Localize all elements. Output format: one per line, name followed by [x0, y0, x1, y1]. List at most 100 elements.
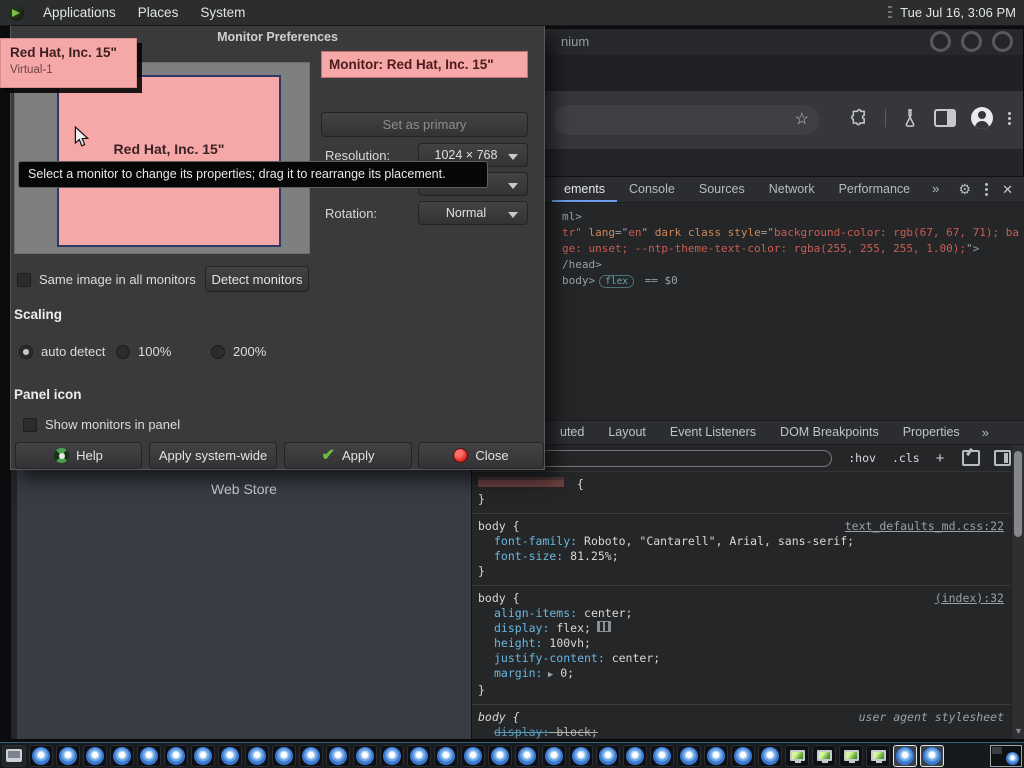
paint-format-icon[interactable] [962, 450, 980, 466]
rotation-dropdown[interactable]: Normal [418, 201, 528, 225]
devtools-tab-ements[interactable]: ements [552, 177, 617, 202]
notification-indicator-icon[interactable] [888, 5, 893, 20]
code-line[interactable]: ml> [562, 209, 1024, 225]
flex-badge[interactable]: flex [599, 275, 635, 288]
bookmark-star-icon[interactable]: ☆ [795, 109, 809, 129]
taskbar-window-chromium[interactable] [83, 744, 107, 767]
radio-200[interactable]: 200% [211, 344, 266, 359]
elements-tree[interactable]: ml> tr" lang="en" dark class style="backg… [472, 203, 1024, 420]
taskbar-window-chromium[interactable] [218, 744, 242, 767]
monitor-layout-canvas[interactable]: Red Hat, Inc. 15" [14, 62, 310, 254]
devtools-subtab-layout[interactable]: Layout [596, 421, 658, 444]
devtools-subtab-properties[interactable]: Properties [891, 421, 972, 444]
side-panel-icon[interactable] [934, 109, 956, 127]
scroll-down-arrow-icon[interactable]: ▼ [1014, 726, 1023, 736]
profile-avatar-icon[interactable] [971, 107, 993, 129]
workspace-switcher[interactable] [990, 744, 1022, 767]
taskbar-window-chromium[interactable] [542, 744, 566, 767]
taskbar-window-chromium[interactable] [758, 744, 782, 767]
taskbar-window-chromium[interactable] [596, 744, 620, 767]
devtools-menu-kebab-icon[interactable] [985, 183, 989, 196]
css-declaration[interactable]: justify-content: center; [478, 651, 1006, 666]
taskbar-window-monitor-preferences[interactable] [866, 744, 890, 767]
css-rule-header[interactable]: body {text_defaults_md.css:22 [478, 519, 1006, 534]
code-line[interactable]: tr" lang="en" dark class style="backgrou… [562, 225, 1024, 241]
devtools-subtab-event-listeners[interactable]: Event Listeners [658, 421, 768, 444]
taskbar-window-chromium[interactable] [326, 744, 350, 767]
show-monitors-checkbox-row[interactable]: Show monitors in panel [23, 417, 180, 432]
css-declaration[interactable]: font-family: Roboto, "Cantarell", Arial,… [478, 534, 1006, 549]
devtools-tab-network[interactable]: Network [757, 177, 827, 202]
taskbar-window-chromium-active[interactable] [920, 744, 944, 767]
devtools-subtab-uted[interactable]: uted [548, 421, 596, 444]
taskbar-window-chromium[interactable] [110, 744, 134, 767]
apply-button[interactable]: ✔ Apply [284, 442, 412, 469]
taskbar-window-chromium[interactable] [488, 744, 512, 767]
show-desktop-button[interactable] [2, 744, 26, 767]
minimize-button[interactable] [930, 31, 951, 52]
radio-100-circle[interactable] [116, 344, 130, 359]
taskbar-window-chromium[interactable] [515, 744, 539, 767]
new-style-rule-button[interactable]: + [936, 450, 945, 467]
radio-auto-detect-circle[interactable] [19, 344, 33, 359]
css-rule-header[interactable]: { [478, 477, 1006, 492]
help-button[interactable]: Help [15, 442, 142, 469]
code-line[interactable]: body> flex == $0 [562, 273, 1024, 289]
taskbar-window-chromium[interactable] [29, 744, 53, 767]
devtools-tab-console[interactable]: Console [617, 177, 687, 202]
hov-toggle[interactable]: :hov [848, 451, 876, 465]
devtools-subtab-dom-breakpoints[interactable]: DOM Breakpoints [768, 421, 891, 444]
more-subtabs-button[interactable]: » [972, 421, 999, 444]
styles-scrollbar[interactable]: ▼ [1011, 445, 1024, 739]
code-line[interactable]: ge: unset; --ntp-theme-text-color: rgba(… [562, 241, 1024, 257]
page-heading[interactable]: Web Store [17, 481, 471, 497]
taskbar-window-monitor-preferences[interactable] [839, 744, 863, 767]
labs-flask-icon[interactable] [901, 108, 919, 128]
taskbar-window-chromium[interactable] [299, 744, 323, 767]
radio-auto-detect[interactable]: auto detect [19, 344, 105, 359]
stylesheet-link[interactable]: text_defaults_md.css:22 [845, 519, 1004, 534]
taskbar-window-monitor-preferences[interactable] [785, 744, 809, 767]
detect-monitors-button[interactable]: Detect monitors [205, 266, 309, 292]
taskbar-window-chromium[interactable] [731, 744, 755, 767]
scrollbar-thumb[interactable] [1014, 451, 1022, 537]
css-declaration[interactable]: font-size: 81.25%; [478, 549, 1006, 564]
menu-places[interactable]: Places [127, 0, 190, 25]
workspace-cell[interactable] [992, 746, 1002, 754]
taskbar-window-chromium[interactable] [461, 744, 485, 767]
distro-menu-icon[interactable] [8, 4, 24, 21]
taskbar-window-monitor-preferences[interactable] [812, 744, 836, 767]
clock[interactable]: Tue Jul 16, 3:06 PM [900, 5, 1016, 20]
extensions-puzzle-icon[interactable] [850, 108, 870, 128]
taskbar-window-chromium[interactable] [272, 744, 296, 767]
stylesheet-link[interactable]: user agent stylesheet [859, 710, 1004, 725]
devtools-tab-sources[interactable]: Sources [687, 177, 757, 202]
taskbar-window-chromium[interactable] [137, 744, 161, 767]
css-declaration[interactable]: margin: ▶ 0; [478, 666, 1006, 683]
taskbar-window-chromium[interactable] [164, 744, 188, 767]
taskbar-window-chromium[interactable] [434, 744, 458, 767]
taskbar-window-chromium[interactable] [191, 744, 215, 767]
close-button[interactable]: Close [418, 442, 544, 469]
devtools-tab-performance[interactable]: Performance [827, 177, 923, 202]
taskbar-window-chromium-active[interactable] [893, 744, 917, 767]
menu-applications[interactable]: Applications [32, 0, 127, 25]
flex-editor-icon[interactable] [596, 621, 611, 632]
apply-system-wide-button[interactable]: Apply system-wide [149, 442, 277, 469]
taskbar-window-chromium[interactable] [380, 744, 404, 767]
css-declaration[interactable]: display: flex; [478, 621, 1006, 636]
taskbar-window-chromium[interactable] [353, 744, 377, 767]
taskbar-window-chromium[interactable] [56, 744, 80, 767]
stylesheet-link[interactable]: (index):32 [935, 591, 1004, 606]
radio-100[interactable]: 100% [116, 344, 171, 359]
more-tabs-button[interactable]: » [922, 177, 949, 202]
code-line[interactable]: /head> [562, 257, 1024, 273]
settings-gear-icon[interactable]: ⚙ [959, 181, 972, 198]
taskbar-window-chromium[interactable] [704, 744, 728, 767]
taskbar-window-chromium[interactable] [677, 744, 701, 767]
maximize-button[interactable] [961, 31, 982, 52]
css-rule-header[interactable]: body {(index):32 [478, 591, 1006, 606]
taskbar-window-chromium[interactable] [623, 744, 647, 767]
close-window-button[interactable] [992, 31, 1013, 52]
browser-menu-kebab-icon[interactable] [1008, 111, 1011, 125]
